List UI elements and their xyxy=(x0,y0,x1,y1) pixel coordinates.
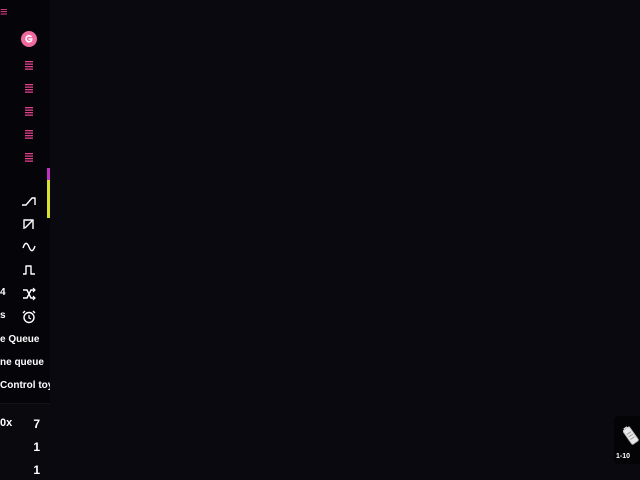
list-icon[interactable] xyxy=(23,82,35,94)
menu-item-control-toy[interactable]: Control toy xyxy=(0,380,50,391)
level-meter xyxy=(47,168,50,218)
stat-label: 0x xyxy=(0,417,13,429)
stat-value: 1 xyxy=(33,440,40,454)
range-text: 1-10 xyxy=(616,453,631,460)
ramp-up-icon[interactable] xyxy=(21,194,37,208)
alarm-clock-icon[interactable] xyxy=(21,310,37,324)
stat-value: 7 xyxy=(33,417,40,431)
menu-item-queue-alt[interactable]: ne queue xyxy=(0,357,44,368)
hamburger-icon[interactable]: ≡ xyxy=(0,5,8,18)
shuffle-icon[interactable] xyxy=(21,287,37,301)
menu-item-queue[interactable]: e Queue xyxy=(0,334,39,345)
list-icon[interactable] xyxy=(23,128,35,140)
list-icon[interactable] xyxy=(23,151,35,163)
stats-panel: 0x 7 1 1 xyxy=(0,403,50,480)
stat-value: 1 xyxy=(33,463,40,477)
shuffle-count-label: 4 xyxy=(0,287,6,298)
app-logo-icon[interactable] xyxy=(21,31,37,47)
sawtooth-icon[interactable] xyxy=(21,217,37,231)
main-canvas: ≡ 4 s e Queue ne queue Control toy 0x 7 … xyxy=(0,0,640,480)
device-status-widget[interactable]: 1-10 xyxy=(614,416,640,464)
sine-wave-icon[interactable] xyxy=(21,240,37,254)
sidebar: ≡ 4 s e Queue ne queue Control toy 0x 7 … xyxy=(0,0,50,480)
list-icon[interactable] xyxy=(23,105,35,117)
level-meter-fill-top xyxy=(47,168,50,180)
battery-icon xyxy=(623,426,639,445)
level-meter-fill-bottom xyxy=(47,180,50,218)
list-icon[interactable] xyxy=(23,59,35,71)
square-wave-icon[interactable] xyxy=(21,263,37,277)
timer-label: s xyxy=(0,310,6,321)
